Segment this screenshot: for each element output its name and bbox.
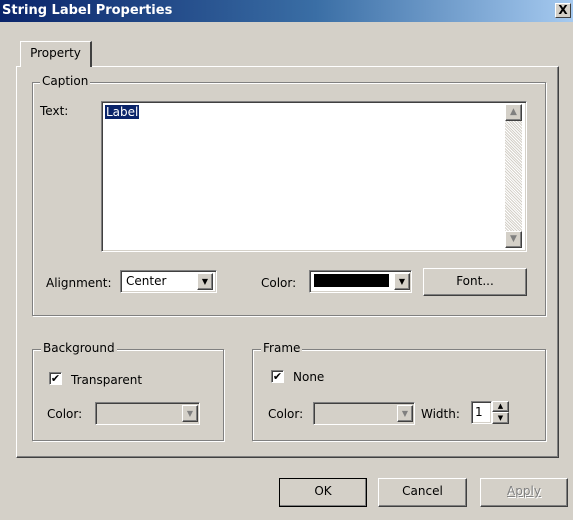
caption-color-select[interactable]: ▼ bbox=[309, 270, 412, 293]
frame-none-checkbox[interactable]: ✔ bbox=[271, 370, 284, 383]
frame-legend: Frame bbox=[261, 341, 303, 355]
chevron-down-icon: ▼ bbox=[186, 409, 194, 418]
check-icon: ✔ bbox=[50, 372, 61, 385]
caption-color-dropdown-button[interactable]: ▼ bbox=[394, 273, 410, 290]
background-legend: Background bbox=[41, 341, 117, 355]
chevron-down-icon: ▼ bbox=[398, 277, 406, 286]
alignment-label: Alignment: bbox=[46, 276, 112, 290]
background-color-dropdown-button[interactable]: ▼ bbox=[182, 405, 198, 422]
chevron-down-icon: ▼ bbox=[201, 277, 209, 286]
text-label: Text: bbox=[40, 104, 69, 118]
apply-label: Apply bbox=[507, 484, 541, 498]
tab-label: Property bbox=[30, 46, 81, 60]
vertical-scrollbar[interactable]: ▲ ▼ bbox=[505, 104, 522, 248]
tab-property[interactable]: Property bbox=[20, 41, 92, 67]
close-button[interactable]: X bbox=[555, 3, 571, 18]
font-button[interactable]: Font... bbox=[423, 268, 527, 296]
frame-none-label: None bbox=[293, 370, 325, 384]
background-group bbox=[32, 349, 224, 441]
close-icon: X bbox=[558, 3, 568, 17]
frame-group bbox=[252, 349, 546, 441]
caption-text-value: Label bbox=[105, 105, 140, 119]
alignment-value: Center bbox=[126, 274, 167, 288]
frame-color-dropdown-button[interactable]: ▼ bbox=[397, 405, 413, 422]
color-swatch bbox=[314, 274, 389, 287]
frame-color-label: Color: bbox=[268, 407, 304, 421]
spin-down-icon: ▼ bbox=[497, 414, 504, 422]
font-button-label: Font... bbox=[456, 274, 494, 288]
ok-label: OK bbox=[314, 484, 332, 498]
chevron-down-icon: ▼ bbox=[401, 409, 409, 418]
spin-down-button[interactable]: ▼ bbox=[492, 412, 509, 424]
frame-color-select[interactable]: ▼ bbox=[313, 402, 415, 425]
window-title: String Label Properties bbox=[2, 3, 173, 18]
background-color-label: Color: bbox=[47, 407, 83, 421]
frame-width-label: Width: bbox=[421, 407, 460, 421]
cancel-button[interactable]: Cancel bbox=[378, 478, 467, 507]
scroll-up-icon: ▲ bbox=[510, 107, 517, 117]
check-icon: ✔ bbox=[272, 370, 283, 383]
frame-width-stepper[interactable]: ▲ ▼ bbox=[492, 401, 509, 424]
alignment-select[interactable]: Center ▼ bbox=[120, 270, 217, 293]
transparent-label: Transparent bbox=[71, 373, 143, 387]
scroll-down-icon: ▼ bbox=[510, 234, 517, 244]
caption-color-label: Color: bbox=[261, 276, 297, 290]
cancel-label: Cancel bbox=[402, 484, 443, 498]
scroll-up-button[interactable]: ▲ bbox=[505, 104, 522, 121]
frame-width-value: 1 bbox=[475, 405, 483, 419]
caption-legend: Caption bbox=[40, 74, 91, 88]
background-color-select[interactable]: ▼ bbox=[95, 402, 200, 425]
scroll-down-button[interactable]: ▼ bbox=[505, 231, 522, 248]
alignment-dropdown-button[interactable]: ▼ bbox=[197, 273, 213, 290]
transparent-checkbox[interactable]: ✔ bbox=[49, 372, 62, 385]
spin-up-icon: ▲ bbox=[497, 402, 504, 410]
spin-up-button[interactable]: ▲ bbox=[492, 401, 509, 412]
apply-button[interactable]: Apply bbox=[480, 478, 568, 507]
frame-width-input[interactable]: 1 bbox=[471, 401, 492, 424]
caption-text-area[interactable]: Label ▲ ▼ bbox=[101, 101, 527, 252]
ok-button[interactable]: OK bbox=[279, 478, 367, 507]
